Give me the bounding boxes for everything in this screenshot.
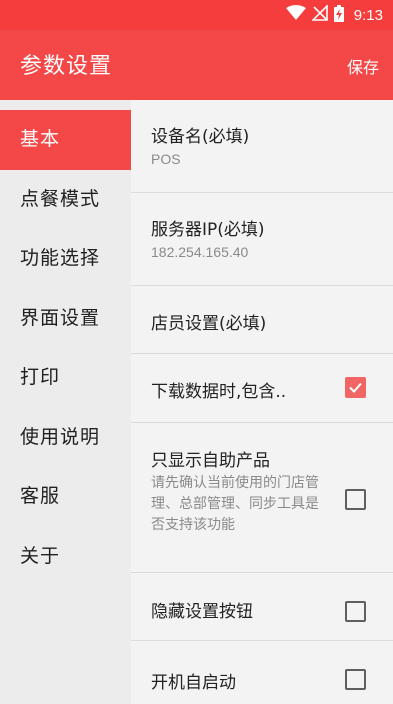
sidebar-item-basic[interactable]: 基本 xyxy=(0,110,131,170)
device-name-row[interactable]: 设备名(必填) POS xyxy=(131,100,393,193)
app-bar: 参数设置 保存 xyxy=(0,30,393,100)
hide-settings-button-label: 隐藏设置按钮 xyxy=(151,602,253,622)
server-ip-row[interactable]: 服务器IP(必填) 182.254.165.40 xyxy=(131,193,393,286)
server-ip-label: 服务器IP(必填) xyxy=(151,220,265,240)
hide-settings-button-checkbox[interactable] xyxy=(345,601,366,622)
status-bar: 9:13 xyxy=(0,0,393,30)
sidebar-item-about[interactable]: 关于 xyxy=(0,527,131,587)
self-service-only-label: 只显示自助产品 xyxy=(151,451,270,471)
battery-charging-icon xyxy=(333,4,344,26)
page-title: 参数设置 xyxy=(20,54,113,79)
download-include-checkbox[interactable] xyxy=(345,377,366,398)
settings-panel: 设备名(必填) POS 服务器IP(必填) 182.254.165.40 店员设… xyxy=(131,100,393,704)
server-ip-value: 182.254.165.40 xyxy=(151,244,249,260)
hide-settings-button-row[interactable]: 隐藏设置按钮 xyxy=(131,573,393,641)
clerk-settings-label: 店员设置(必填) xyxy=(151,314,267,334)
status-icons: 9:13 xyxy=(285,4,383,26)
self-service-only-description: 请先确认当前使用的门店管理、总部管理、同步工具是否支持该功能 xyxy=(151,475,319,533)
sidebar-item-features[interactable]: 功能选择 xyxy=(0,229,131,289)
signal-off-icon xyxy=(310,4,328,25)
sidebar-item-interface[interactable]: 界面设置 xyxy=(0,289,131,349)
device-name-value: POS xyxy=(151,151,181,167)
auto-start-row[interactable]: 开机自启动 xyxy=(131,641,393,704)
save-button[interactable]: 保存 xyxy=(347,54,379,78)
wifi-icon xyxy=(285,5,306,25)
download-include-row[interactable]: 下载数据时,包含.. xyxy=(131,354,393,423)
auto-start-label: 开机自启动 xyxy=(151,673,236,693)
sidebar-item-instructions[interactable]: 使用说明 xyxy=(0,408,131,468)
device-name-label: 设备名(必填) xyxy=(151,127,250,147)
download-include-label: 下载数据时,包含.. xyxy=(151,382,287,402)
status-time: 9:13 xyxy=(353,6,383,24)
self-service-only-row[interactable]: 只显示自助产品 请先确认当前使用的门店管理、总部管理、同步工具是否支持该功能 xyxy=(131,423,393,573)
clerk-settings-row[interactable]: 店员设置(必填) xyxy=(131,286,393,354)
check-icon xyxy=(349,382,362,393)
auto-start-checkbox[interactable] xyxy=(345,669,366,690)
self-service-only-checkbox[interactable] xyxy=(345,489,366,510)
sidebar-item-print[interactable]: 打印 xyxy=(0,348,131,408)
sidebar-item-order-mode[interactable]: 点餐模式 xyxy=(0,170,131,230)
sidebar-item-customer-service[interactable]: 客服 xyxy=(0,467,131,527)
sidebar: 基本 点餐模式 功能选择 界面设置 打印 使用说明 客服 关于 xyxy=(0,100,131,704)
